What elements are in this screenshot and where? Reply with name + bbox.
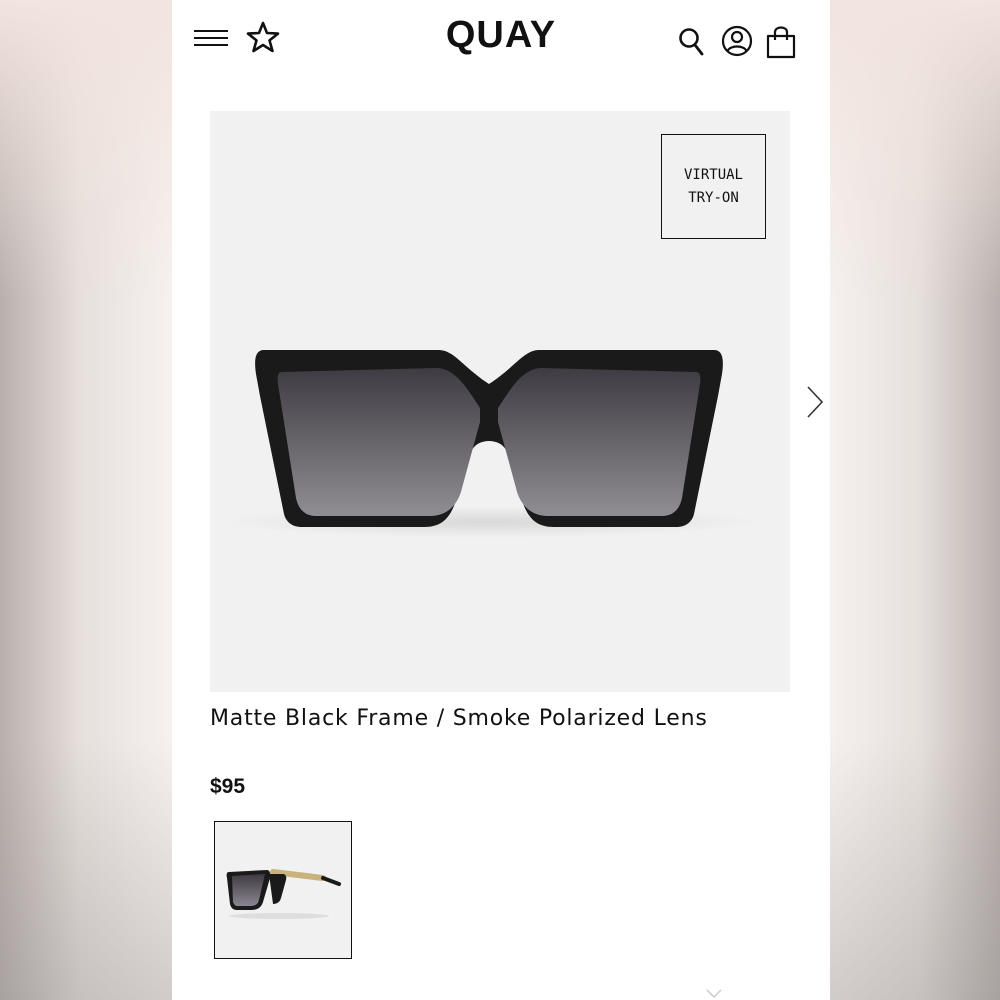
search-button[interactable] bbox=[678, 26, 706, 58]
screen-glare bbox=[642, 890, 830, 1000]
sunglasses-thumbnail-image bbox=[226, 869, 341, 919]
phone-screen: QUAY VIRTUAL TRY-ON Matte Black Frame / … bbox=[172, 0, 830, 1000]
product-title: Matte Black Frame / Smoke Polarized Lens bbox=[210, 706, 708, 731]
virtual-try-on-label-line2: TRY-ON bbox=[688, 189, 739, 206]
site-header: QUAY bbox=[172, 0, 830, 80]
product-price: $95 bbox=[210, 775, 246, 798]
next-image-button[interactable] bbox=[802, 384, 828, 420]
sunglasses-image bbox=[224, 350, 754, 538]
account-icon bbox=[721, 25, 753, 57]
cart-button[interactable] bbox=[764, 24, 798, 60]
chevron-down-icon bbox=[706, 989, 722, 999]
bag-icon bbox=[766, 26, 796, 59]
account-button[interactable] bbox=[720, 24, 754, 58]
virtual-try-on-button[interactable]: VIRTUAL TRY-ON bbox=[661, 134, 766, 239]
virtual-try-on-label-line1: VIRTUAL bbox=[683, 166, 743, 183]
search-icon bbox=[679, 28, 704, 56]
chevron-right-icon bbox=[807, 386, 824, 418]
product-thumbnail[interactable] bbox=[214, 821, 352, 959]
